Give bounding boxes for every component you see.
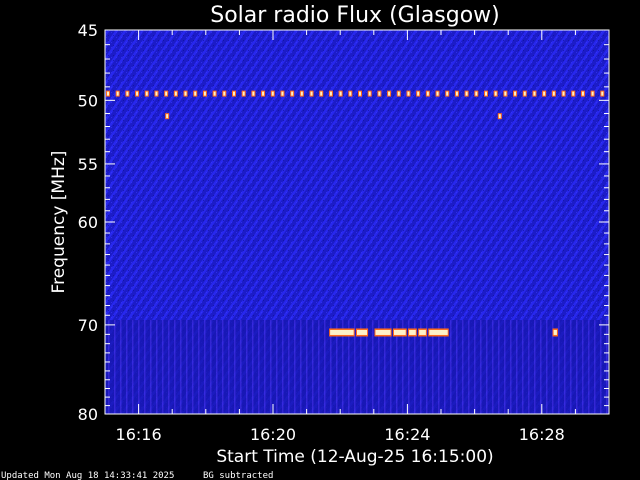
interference-dash [426, 91, 429, 96]
interference-dash [252, 91, 255, 96]
interference-dash [446, 91, 449, 96]
interference-dash [329, 91, 332, 96]
interference-dash [300, 91, 303, 96]
interference-dash [223, 91, 226, 96]
interference-dash [533, 91, 536, 96]
interference-dash [203, 91, 206, 96]
chart-title: Solar radio Flux (Glasgow) [210, 3, 500, 28]
interference-dash [562, 91, 565, 96]
interference-dash [397, 91, 400, 96]
spot [498, 114, 501, 119]
band-segment [419, 329, 426, 335]
interference-dash [601, 91, 604, 96]
interference-dash [359, 91, 361, 96]
interference-dash [116, 91, 119, 96]
interference-dash [407, 91, 410, 96]
x-tick-label: 16:20 [250, 425, 296, 444]
spot [166, 114, 169, 119]
band-segment [357, 329, 368, 335]
band-segment [393, 329, 406, 335]
interference-dash [233, 91, 235, 96]
interference-dash [320, 91, 323, 96]
interference-dash [581, 91, 584, 96]
band-segment [409, 329, 416, 335]
interference-dash [368, 91, 371, 96]
interference-dash [349, 91, 352, 96]
spectrogram-chart: 45 50 55 60 70 80 16:16 16:20 16:24 16:28 Solar r… [1, 3, 610, 480]
y-tick-label: 80 [78, 405, 98, 424]
x-axis-label: Start Time (12-Aug-25 16:15:00) [216, 447, 493, 467]
interference-dash [591, 91, 594, 96]
y-tick-label: 70 [78, 316, 98, 335]
y-tick-label: 45 [78, 21, 98, 40]
interference-dash [339, 91, 342, 96]
band-segment [553, 329, 557, 335]
interference-dash [262, 91, 265, 96]
interference-dash [572, 91, 575, 96]
x-tick-label: 16:24 [384, 425, 430, 444]
x-tick-label: 16:28 [519, 425, 565, 444]
y-axis-label: Frequency [MHz] [49, 151, 69, 294]
band-segment [330, 329, 354, 335]
interference-dash [184, 91, 187, 96]
interference-dash [242, 91, 245, 96]
interference-dash [174, 91, 177, 96]
interference-dash [514, 91, 517, 96]
interference-dash [455, 91, 458, 96]
interference-dash [165, 91, 168, 96]
interference-dash [552, 91, 555, 96]
interference-dash [465, 91, 468, 96]
y-tick-label: 60 [78, 213, 98, 232]
interference-dash [485, 91, 487, 96]
interference-dash [281, 91, 284, 96]
x-tick-label: 16:16 [116, 425, 162, 444]
interference-dash [436, 91, 439, 96]
interference-dash [523, 91, 526, 96]
interference-dash [145, 91, 148, 96]
interference-dash [504, 91, 507, 96]
interference-dash [494, 91, 497, 96]
footer-updated: Updated Mon Aug 18 14:33:41 2025 [1, 471, 174, 480]
interference-dash [310, 91, 313, 96]
interference-dash [417, 91, 420, 96]
band-segment [429, 329, 448, 335]
interference-dash [475, 91, 478, 96]
interference-dash [388, 91, 391, 96]
interference-dash [136, 91, 139, 96]
band-segment [375, 329, 391, 335]
interference-dash [271, 91, 274, 96]
footer-bg-note: BG subtracted [203, 471, 273, 480]
interference-dash [291, 91, 294, 96]
y-tick-label: 50 [78, 91, 98, 110]
interference-dash [213, 91, 216, 96]
interference-dash [107, 91, 109, 96]
interference-dash [194, 91, 197, 96]
interference-dash [378, 91, 381, 96]
interference-dash [543, 91, 546, 96]
y-tick-label: 55 [78, 155, 98, 174]
interference-dash [126, 91, 129, 96]
interference-dash [155, 91, 158, 96]
